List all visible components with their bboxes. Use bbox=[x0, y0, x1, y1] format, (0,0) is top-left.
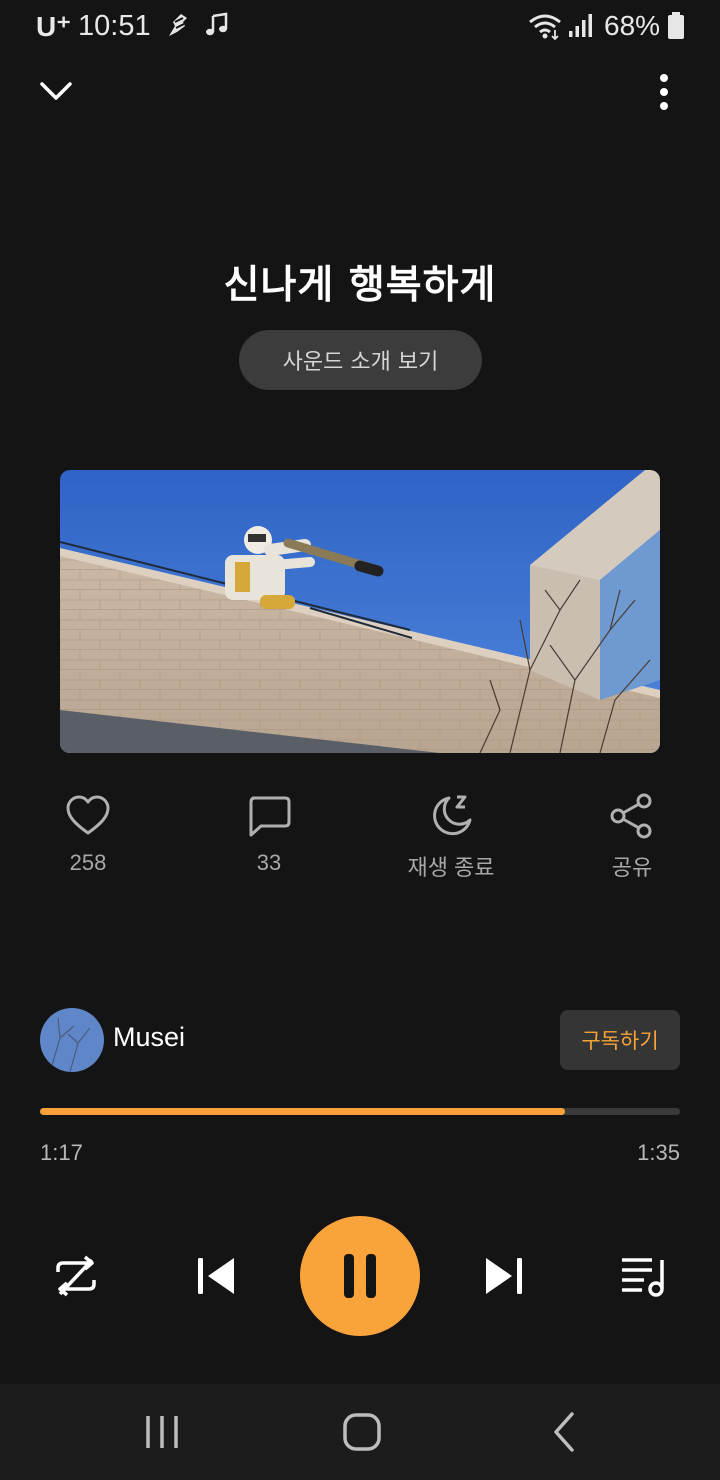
previous-button[interactable] bbox=[192, 1252, 240, 1300]
back-button[interactable] bbox=[542, 1410, 586, 1454]
music-note-icon bbox=[204, 12, 230, 43]
like-button[interactable]: 258 bbox=[18, 792, 158, 892]
carrier-label: U⁺ bbox=[36, 11, 71, 42]
subscribe-button[interactable]: 구독하기 bbox=[560, 1010, 680, 1070]
battery-icon bbox=[667, 12, 685, 45]
moon-sleep-icon bbox=[433, 795, 472, 836]
repeat-button[interactable] bbox=[52, 1252, 100, 1300]
chevron-down-icon bbox=[40, 82, 72, 100]
like-count: 258 bbox=[69, 850, 107, 875]
back-chevron-icon bbox=[554, 1412, 574, 1452]
track-title: 신나게 행복하게 bbox=[223, 263, 497, 308]
signal-icon bbox=[568, 14, 594, 43]
playlist-icon bbox=[622, 1258, 664, 1297]
heart-icon bbox=[66, 795, 110, 835]
recent-apps-button[interactable] bbox=[140, 1410, 184, 1454]
skip-previous-icon bbox=[198, 1258, 234, 1294]
wifi-icon bbox=[528, 12, 562, 45]
system-nav-bar bbox=[0, 1384, 720, 1480]
home-icon bbox=[343, 1413, 381, 1451]
pause-button[interactable] bbox=[300, 1216, 420, 1336]
track-artwork bbox=[60, 470, 660, 753]
recent-apps-icon bbox=[146, 1416, 178, 1448]
more-vertical-icon bbox=[660, 74, 668, 110]
home-button[interactable] bbox=[340, 1410, 384, 1454]
status-bar: U⁺ 10:51 68% bbox=[0, 0, 720, 52]
sleep-timer-label: 재생 종료 bbox=[407, 855, 495, 880]
podcast-app-icon bbox=[163, 10, 193, 45]
collapse-button[interactable] bbox=[36, 76, 76, 108]
total-time: 1:35 bbox=[637, 1140, 680, 1165]
more-options-button[interactable] bbox=[646, 72, 682, 112]
comment-count: 33 bbox=[256, 850, 282, 875]
share-button[interactable]: 공유 bbox=[562, 792, 702, 892]
share-icon bbox=[610, 793, 652, 839]
channel-avatar[interactable] bbox=[40, 1008, 104, 1072]
share-label: 공유 bbox=[611, 855, 653, 880]
comments-button[interactable]: 33 bbox=[199, 792, 339, 892]
comment-icon bbox=[249, 796, 291, 837]
next-button[interactable] bbox=[480, 1252, 528, 1300]
elapsed-time: 1:17 bbox=[40, 1140, 83, 1165]
pause-icon bbox=[344, 1254, 376, 1298]
progress-fill bbox=[40, 1108, 565, 1115]
skip-next-icon bbox=[486, 1258, 522, 1294]
repeat-off-icon bbox=[56, 1255, 96, 1297]
status-time: 10:51 bbox=[78, 10, 151, 42]
progress-bar[interactable] bbox=[40, 1108, 680, 1115]
sound-intro-button[interactable]: 사운드 소개 보기 bbox=[239, 330, 482, 390]
channel-name[interactable]: Musei bbox=[113, 1022, 185, 1053]
sleep-timer-button[interactable]: 재생 종료 bbox=[381, 792, 521, 892]
playlist-button[interactable] bbox=[620, 1252, 670, 1300]
battery-percent: 68% bbox=[604, 10, 661, 41]
